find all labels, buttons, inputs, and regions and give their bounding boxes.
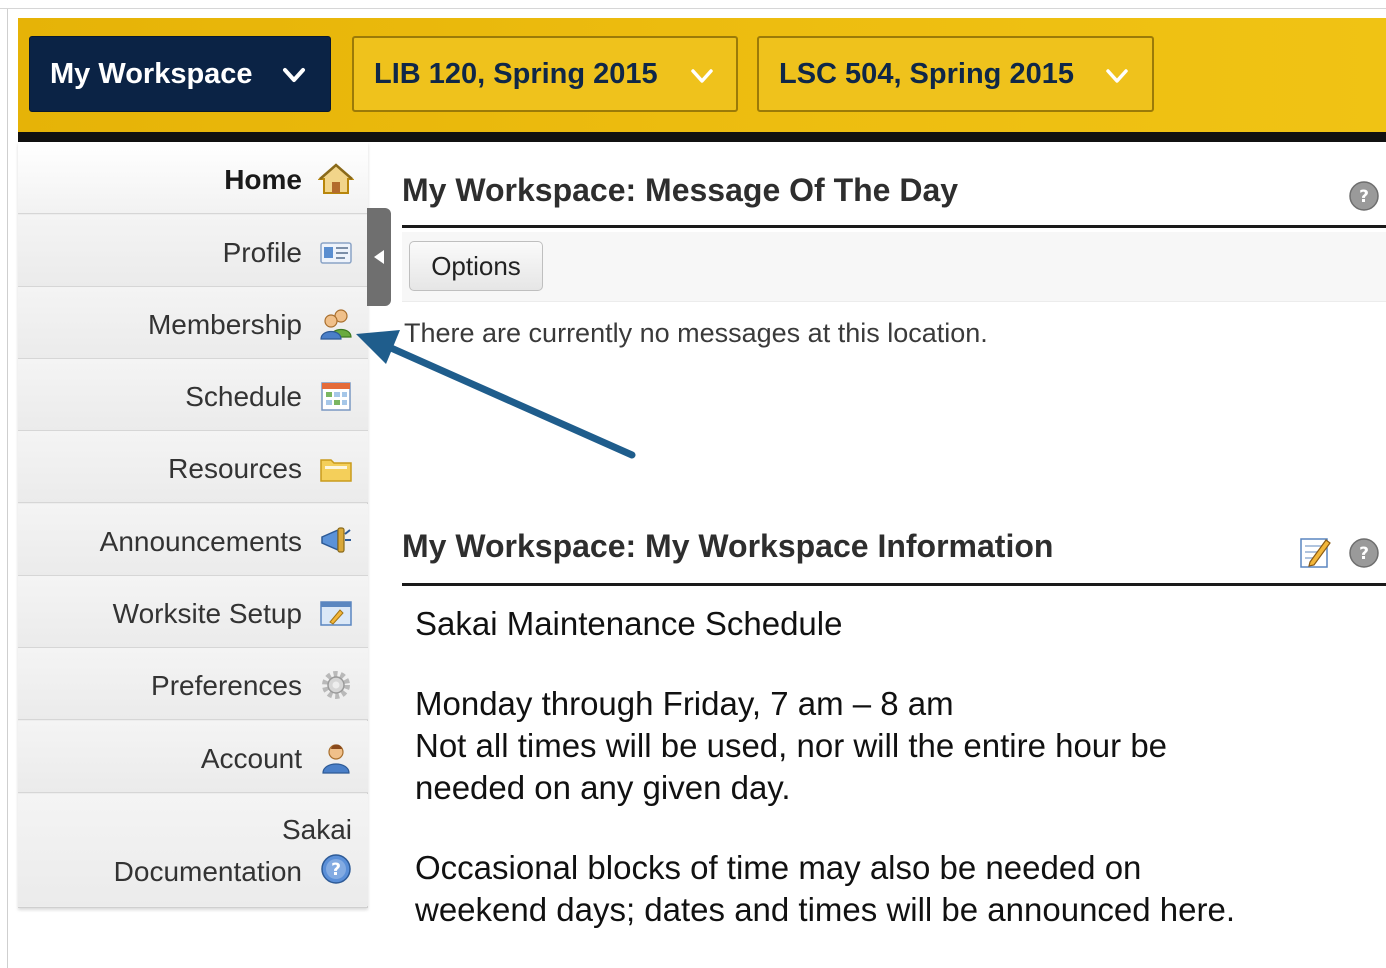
- help-icon[interactable]: ?: [1348, 537, 1380, 569]
- tool-menu-item-sakai-documentation[interactable]: Sakai Documentation ?: [18, 794, 368, 906]
- window-left-edge: [0, 9, 8, 968]
- tool-menu-item-resources[interactable]: Resources: [18, 431, 368, 503]
- tool-menu-item-preferences[interactable]: Preferences: [18, 648, 368, 720]
- site-tab-label: LSC 504, Spring 2015: [779, 57, 1074, 90]
- chevron-down-icon: [1106, 69, 1128, 83]
- home-icon: [318, 163, 354, 194]
- info-line: weekend days; dates and times will be an…: [415, 891, 1236, 928]
- tool-menu-label: Sakai: [281, 814, 352, 845]
- help-circle-icon: ?: [321, 854, 351, 884]
- info-line: Occasional blocks of time may also be ne…: [415, 849, 1142, 886]
- tool-menu-item-announcements[interactable]: Announcements: [18, 504, 368, 576]
- chevron-down-icon: [691, 69, 713, 83]
- tool-menu-item-account[interactable]: Account: [18, 721, 368, 793]
- info-line: needed on any given day.: [415, 769, 791, 806]
- tool-menu: Home Profile Membership Schedule Resourc…: [18, 142, 368, 908]
- site-tab-label: My Workspace: [50, 57, 253, 90]
- tool-menu-label: Profile: [222, 237, 302, 268]
- site-tab-lib-120[interactable]: LIB 120, Spring 2015: [352, 36, 738, 112]
- options-button[interactable]: Options: [409, 241, 543, 291]
- collapse-menu-handle[interactable]: [367, 208, 391, 306]
- tool-menu-item-home[interactable]: Home: [18, 142, 368, 214]
- info-heading: Sakai Maintenance Schedule: [415, 605, 843, 642]
- user-icon: [322, 744, 350, 774]
- tool-menu-label: Account: [200, 743, 302, 774]
- info-line: Monday through Friday, 7 am – 8 am: [415, 685, 954, 722]
- motd-toolbar: [402, 232, 1386, 302]
- motd-tool-title: My Workspace: Message Of The Day: [402, 172, 959, 208]
- info-line: Not all times will be used, nor will the…: [415, 727, 1168, 764]
- info-tool-title: My Workspace: My Workspace Information: [402, 528, 1054, 564]
- tool-menu-label: Announcements: [99, 526, 302, 557]
- motd-title-rule: [402, 225, 1386, 228]
- tool-menu-label: Home: [224, 164, 302, 195]
- site-tab-lsc-504[interactable]: LSC 504, Spring 2015: [757, 36, 1154, 112]
- svg-text:?: ?: [331, 860, 341, 880]
- tool-menu-item-schedule[interactable]: Schedule: [18, 359, 368, 431]
- tool-menu-label: Documentation: [113, 856, 302, 887]
- edit-icon[interactable]: [1298, 534, 1332, 570]
- profile-card-icon: [320, 242, 352, 264]
- svg-text:?: ?: [1359, 544, 1369, 564]
- tool-menu-item-profile[interactable]: Profile: [18, 215, 368, 287]
- collapse-arrow-icon: [374, 250, 384, 264]
- site-nav-divider: [18, 132, 1386, 142]
- tool-menu-label: Schedule: [185, 381, 302, 412]
- tool-menu-label: Resources: [168, 453, 302, 484]
- chevron-down-icon: [283, 68, 305, 82]
- tool-menu-item-membership[interactable]: Membership: [18, 287, 368, 359]
- gear-icon: [322, 671, 350, 699]
- info-title-rule: [402, 583, 1386, 586]
- svg-text:?: ?: [1359, 187, 1369, 207]
- tool-menu-label: Worksite Setup: [112, 598, 302, 629]
- site-tab-my-workspace[interactable]: My Workspace: [29, 36, 331, 112]
- tool-menu-label: Membership: [147, 309, 302, 340]
- tool-menu-label: Preferences: [151, 670, 302, 701]
- tool-menu-item-worksite-setup[interactable]: Worksite Setup: [18, 576, 368, 648]
- annotation-arrow: [356, 330, 636, 459]
- site-tab-label: LIB 120, Spring 2015: [374, 57, 658, 90]
- worksite-setup-icon: [320, 601, 352, 626]
- window-top-edge: [0, 0, 1386, 9]
- megaphone-icon: [321, 527, 351, 553]
- help-icon[interactable]: ?: [1348, 180, 1380, 212]
